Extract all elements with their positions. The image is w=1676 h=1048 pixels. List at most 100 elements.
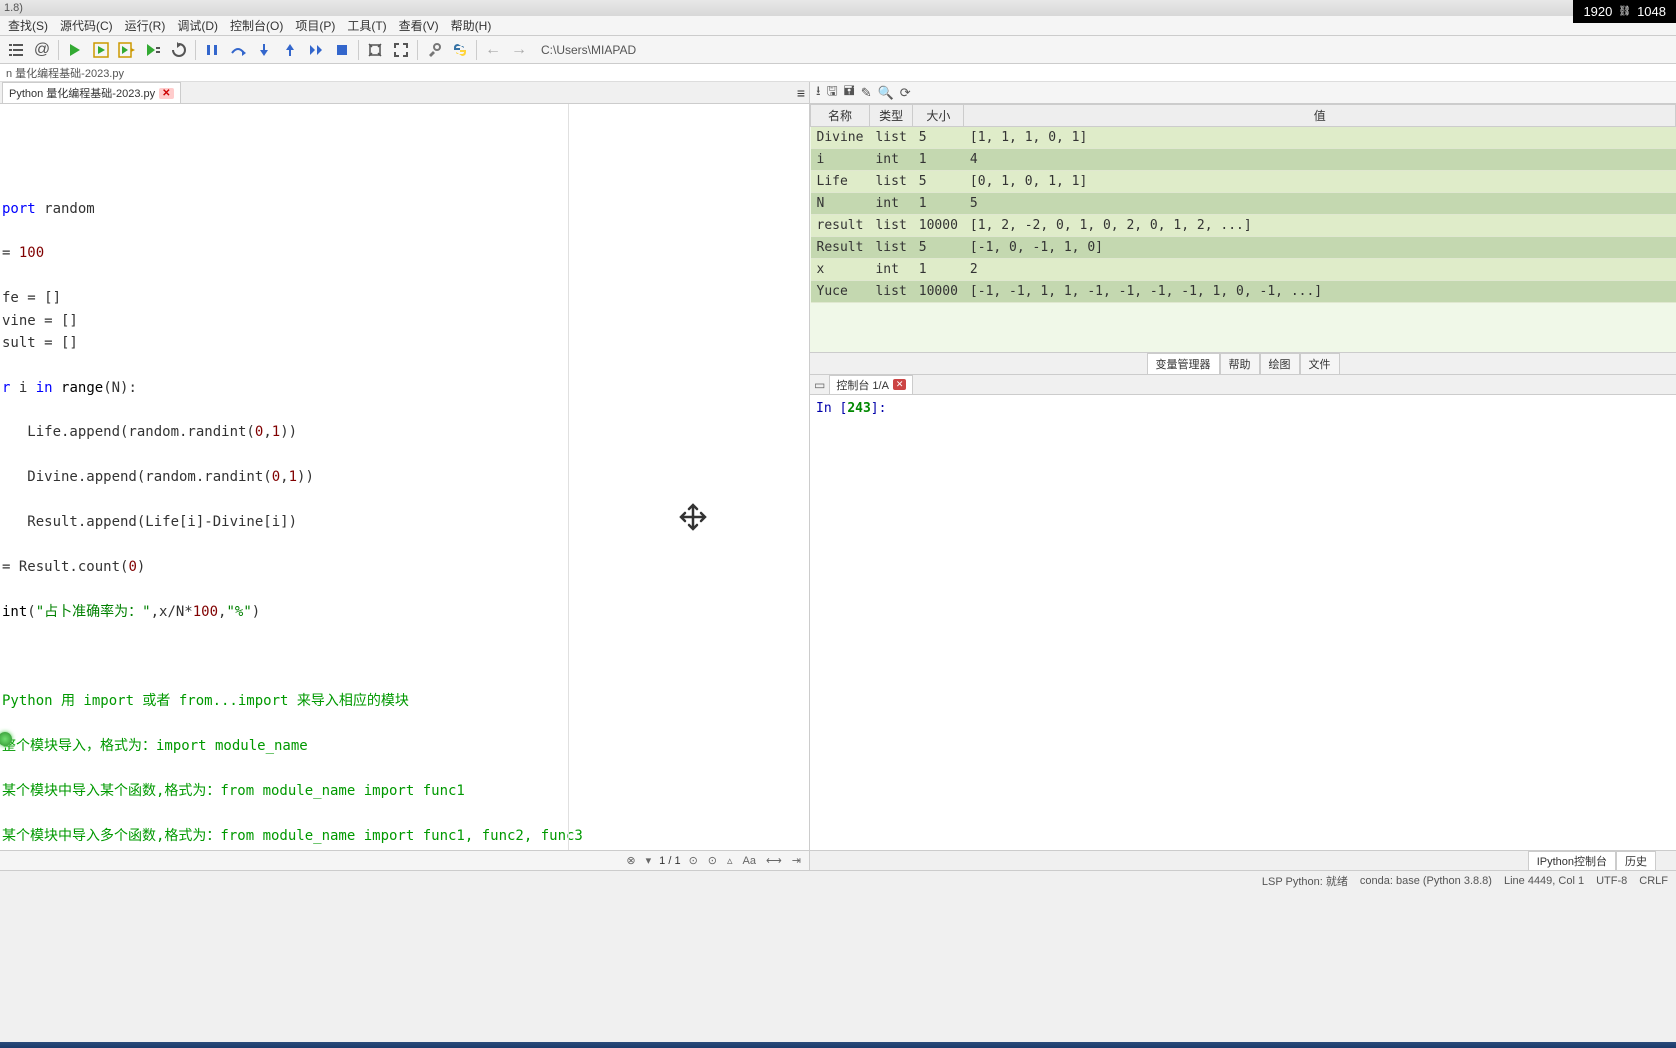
col-size[interactable]: 大小 xyxy=(913,105,964,127)
menu-run[interactable]: 运行(R) xyxy=(119,15,172,36)
breadcrumb: n 量化编程基础-2023.py xyxy=(0,64,1676,82)
edit-icon[interactable]: ✎ xyxy=(861,85,872,101)
preferences-icon[interactable] xyxy=(422,38,446,62)
close-icon[interactable]: ✕ xyxy=(893,379,907,390)
settings-icon[interactable]: ⟷ xyxy=(764,854,784,867)
continue-icon[interactable] xyxy=(304,38,328,62)
close-icon[interactable]: ✕ xyxy=(159,88,173,99)
code-line xyxy=(2,578,807,600)
tab-help[interactable]: 帮助 xyxy=(1220,353,1260,374)
code-line: 整个模块导入，格式为：import module_name xyxy=(2,735,807,757)
menu-debug[interactable]: 调试(D) xyxy=(171,15,224,36)
console-bottom-tabs: IPython控制台 历史 xyxy=(810,850,1676,870)
col-value[interactable]: 值 xyxy=(964,105,1676,127)
table-row[interactable]: iint14 xyxy=(811,149,1676,171)
run-cell-advance-icon[interactable] xyxy=(115,38,139,62)
ipython-console[interactable]: In [243]: xyxy=(810,395,1676,850)
save-as-icon[interactable]: 🖬 xyxy=(844,82,855,104)
code-line xyxy=(2,354,807,376)
forward-icon[interactable]: → xyxy=(507,38,531,62)
code-line: Life.append(random.randint(0,1)) xyxy=(2,421,807,443)
stop-icon[interactable] xyxy=(330,38,354,62)
import-icon[interactable]: ⭳ xyxy=(816,82,821,104)
col-type[interactable]: 类型 xyxy=(869,105,912,127)
table-row[interactable]: Divinelist5[1, 1, 1, 0, 1] xyxy=(811,127,1676,149)
back-icon[interactable]: ← xyxy=(481,38,505,62)
hamburger-icon[interactable]: ≡ xyxy=(797,85,805,101)
editor-statusbar: ⊗ ▾ 1 / 1 ⊙ ⊙ ▵ Aa ⟷ ⇥ xyxy=(0,850,809,870)
code-line xyxy=(2,220,807,242)
at-icon[interactable]: @ xyxy=(30,38,54,62)
code-line: = 100 xyxy=(2,242,807,264)
console-tabs: ▭ 控制台 1/A ✕ xyxy=(810,375,1676,395)
table-row[interactable]: Lifelist5[0, 1, 0, 1, 1] xyxy=(811,171,1676,193)
code-line: sult = [] xyxy=(2,332,807,354)
table-row[interactable]: Nint15 xyxy=(811,193,1676,215)
prompt-prefix: In [ xyxy=(816,401,847,416)
run-cell-icon[interactable] xyxy=(89,38,113,62)
menu-project[interactable]: 项目(P) xyxy=(289,15,341,36)
menu-console[interactable]: 控制台(O) xyxy=(224,15,289,36)
table-row[interactable]: Yucelist10000[-1, -1, 1, 1, -1, -1, -1, … xyxy=(811,281,1676,303)
link-icon: ⛓ xyxy=(1618,6,1631,17)
save-icon[interactable]: 🖫 xyxy=(827,82,838,104)
step-out-icon[interactable] xyxy=(278,38,302,62)
more-icon[interactable]: ⇥ xyxy=(790,854,803,867)
next-icon[interactable]: ⊙ xyxy=(706,854,719,867)
tab-plots[interactable]: 绘图 xyxy=(1260,353,1300,374)
status-lsp: LSP Python: 就绪 xyxy=(1262,873,1348,889)
editor-tab[interactable]: Python 量化编程基础-2023.py ✕ xyxy=(2,82,181,103)
run-icon[interactable] xyxy=(63,38,87,62)
tab-history[interactable]: 历史 xyxy=(1616,851,1656,871)
variable-explorer[interactable]: 名称 类型 大小 值 Divinelist5[1, 1, 1, 0, 1]iin… xyxy=(810,104,1676,352)
table-row[interactable]: resultlist10000[1, 2, -2, 0, 1, 0, 2, 0,… xyxy=(811,215,1676,237)
code-line: 某个模块中导入多个函数,格式为：from module_name import … xyxy=(2,825,807,847)
rerun-icon[interactable] xyxy=(167,38,191,62)
debug-pause-icon[interactable] xyxy=(200,38,224,62)
code-line xyxy=(2,623,807,645)
console-tab[interactable]: 控制台 1/A ✕ xyxy=(829,375,913,395)
chevron-down-icon[interactable]: ▾ xyxy=(644,854,654,867)
table-row[interactable]: xint12 xyxy=(811,259,1676,281)
toolbar: @ ← → C:\Users\MIAPAD xyxy=(0,36,1676,64)
col-name[interactable]: 名称 xyxy=(811,105,870,127)
page-indicator: 1 / 1 xyxy=(659,855,680,867)
filter-icon[interactable]: ▵ xyxy=(725,854,735,867)
python-icon[interactable] xyxy=(448,38,472,62)
step-into-icon[interactable] xyxy=(252,38,276,62)
working-dir: C:\Users\MIAPAD xyxy=(541,43,636,57)
menu-tools[interactable]: 工具(T) xyxy=(341,15,392,36)
case-icon[interactable]: Aa xyxy=(741,855,758,867)
tab-ipython[interactable]: IPython控制台 xyxy=(1528,851,1616,871)
menu-help[interactable]: 帮助(H) xyxy=(445,15,498,36)
code-line xyxy=(2,265,807,287)
prev-icon[interactable]: ⊙ xyxy=(687,854,700,867)
outline-icon[interactable] xyxy=(4,38,28,62)
code-line xyxy=(2,399,807,421)
code-line xyxy=(2,757,807,779)
code-line xyxy=(2,668,807,690)
variable-toolbar: ⭳ 🖫 🖬 ✎ 🔍 ⟳ xyxy=(810,82,1676,104)
tab-variables[interactable]: 变量管理器 xyxy=(1147,353,1220,374)
code-line xyxy=(2,645,807,667)
menu-find[interactable]: 查找(S) xyxy=(2,15,54,36)
run-selection-icon[interactable] xyxy=(141,38,165,62)
code-editor[interactable]: port random = 100 fe = []vine = []sult =… xyxy=(0,104,809,850)
collapse-icon[interactable]: ▭ xyxy=(814,378,825,392)
code-line: Result.append(Life[i]-Divine[i]) xyxy=(2,511,807,533)
status-position: Line 4449, Col 1 xyxy=(1504,875,1584,887)
dimension-badge: 1920 ⛓ 1048 xyxy=(1573,0,1676,23)
fullscreen-icon[interactable] xyxy=(389,38,413,62)
step-over-icon[interactable] xyxy=(226,38,250,62)
code-line: Python 用 import 或者 from...import 来导入相应的模… xyxy=(2,690,807,712)
search-icon[interactable]: 🔍 xyxy=(878,85,894,101)
tab-files[interactable]: 文件 xyxy=(1300,353,1340,374)
maximize-icon[interactable] xyxy=(363,38,387,62)
code-line: fe = [] xyxy=(2,287,807,309)
code-line: vine = [] xyxy=(2,310,807,332)
refresh-icon[interactable]: ⟳ xyxy=(900,85,911,101)
menu-view[interactable]: 查看(V) xyxy=(393,15,445,36)
table-row[interactable]: Resultlist5[-1, 0, -1, 1, 0] xyxy=(811,237,1676,259)
clear-icon[interactable]: ⊗ xyxy=(624,854,637,867)
menu-source[interactable]: 源代码(C) xyxy=(54,15,119,36)
